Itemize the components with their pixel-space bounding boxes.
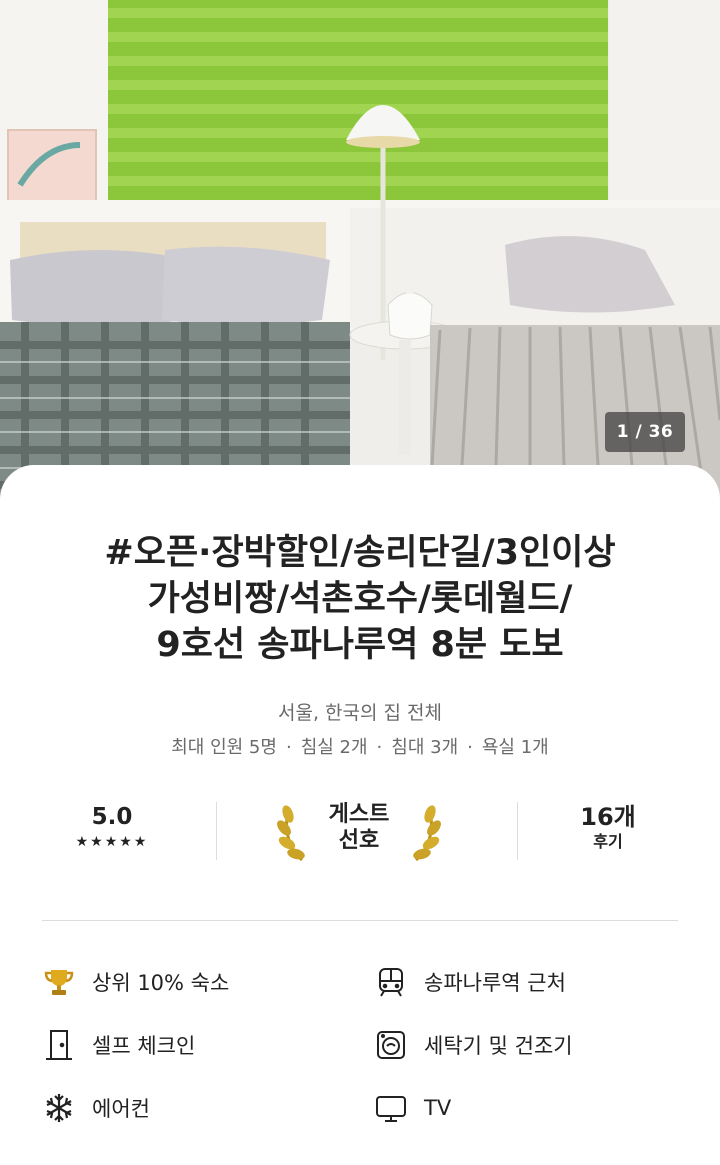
detail-bathrooms: 욕실 1개	[481, 737, 549, 758]
listing-subtitle: 서울, 한국의 집 전체	[278, 702, 442, 724]
amenity-label: 셀프 체크인	[92, 1034, 196, 1058]
amenity-air-conditioning: 에어컨	[42, 1090, 150, 1126]
section-divider	[42, 920, 678, 921]
photo-counter: 1 / 36	[605, 412, 685, 452]
laurel-left-icon	[277, 805, 305, 862]
rating-value: 5.0	[91, 804, 133, 830]
title-line: #오픈·장박할인/송리단길/3인이상	[104, 533, 616, 573]
amenity-tv: TV	[374, 1090, 451, 1126]
train-icon	[374, 965, 408, 999]
detail-guests: 최대 인원 5명	[171, 737, 277, 758]
listing-title: #오픈·장박할인/송리단길/3인이상 가성비짱/석촌호수/롯데월드/ 9호선 송…	[20, 530, 700, 668]
detail-beds: 침대 3개	[391, 737, 459, 758]
stat-divider	[216, 802, 217, 860]
amenity-top-10: 상위 10% 숙소	[42, 964, 229, 1000]
guest-favorite-line: 선호	[338, 828, 380, 853]
amenity-washer-dryer: 세탁기 및 건조기	[374, 1027, 573, 1063]
amenity-label: 상위 10% 숙소	[92, 971, 230, 995]
stat-divider	[517, 802, 518, 860]
title-line: 가성비짱/석촌호수/롯데월드/	[147, 579, 573, 619]
amenity-label: 송파나루역 근처	[424, 971, 566, 995]
listing-stats: 5.0 ★★★★★ 게스트 선호 16개 후기	[42, 802, 678, 862]
washer-icon	[374, 1028, 408, 1062]
detail-separator: ·	[285, 737, 292, 758]
tv-icon	[374, 1091, 408, 1125]
door-icon	[42, 1028, 76, 1062]
guest-favorite-line: 게스트	[328, 802, 390, 827]
reviews-label: 후기	[593, 832, 623, 851]
amenity-label: TV	[424, 1096, 452, 1120]
detail-separator: ·	[376, 737, 383, 758]
amenity-label: 에어컨	[92, 1097, 150, 1121]
amenity-near-station: 송파나루역 근처	[374, 964, 566, 1000]
listing-photo[interactable]: 1 / 36	[0, 0, 720, 500]
reviews-stat[interactable]: 16개 후기	[538, 802, 678, 852]
listing-info-card: #오픈·장박할인/송리단길/3인이상 가성비짱/석촌호수/롯데월드/ 9호선 송…	[0, 465, 720, 1165]
reviews-count: 16개	[580, 803, 636, 831]
star-icons: ★★★★★	[75, 834, 149, 850]
amenity-self-checkin: 셀프 체크인	[42, 1027, 195, 1063]
trophy-icon	[42, 965, 76, 999]
laurel-right-icon	[413, 805, 441, 862]
guest-favorite-label: 게스트 선호	[310, 802, 408, 854]
detail-separator: ·	[467, 737, 473, 758]
detail-bedrooms: 침실 2개	[300, 737, 368, 758]
rating-stat[interactable]: 5.0 ★★★★★	[42, 802, 182, 850]
guest-favorite-badge: 게스트 선호	[276, 802, 442, 862]
title-line: 9호선 송파나루역 8분 도보	[156, 625, 564, 665]
snowflake-icon	[42, 1091, 76, 1125]
listing-details: 최대 인원 5명 · 침실 2개 · 침대 3개 · 욕실 1개	[0, 733, 720, 759]
amenity-label: 세탁기 및 건조기	[424, 1034, 573, 1058]
